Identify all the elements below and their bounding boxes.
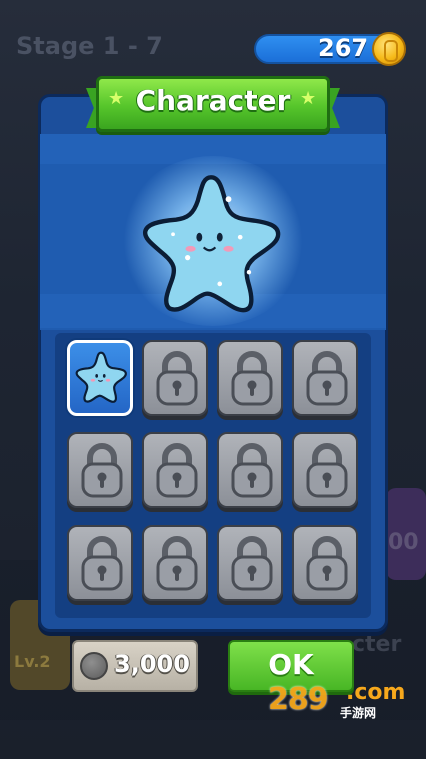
character-slot-locked[interactable] bbox=[67, 432, 133, 508]
dialog-title: Character bbox=[135, 84, 291, 117]
silver-coin-icon bbox=[80, 652, 108, 680]
character-slot-locked[interactable] bbox=[67, 525, 133, 601]
blue-star-character bbox=[143, 175, 281, 313]
character-slot-selected[interactable] bbox=[67, 340, 133, 416]
character-slot-locked[interactable] bbox=[217, 340, 283, 416]
character-slot-locked[interactable] bbox=[292, 525, 358, 601]
unlock-price: 3,000 bbox=[114, 650, 190, 678]
ok-button-label: OK bbox=[268, 648, 314, 681]
background-card-text: cter bbox=[352, 632, 402, 657]
background-level-label: Lv.2 bbox=[14, 652, 51, 671]
character-slot-locked[interactable] bbox=[217, 525, 283, 601]
coin-count: 267 bbox=[318, 34, 369, 62]
background-card-number: 00 bbox=[388, 530, 419, 555]
character-slot-locked[interactable] bbox=[142, 525, 208, 601]
character-slot-locked[interactable] bbox=[292, 340, 358, 416]
gold-coin-icon bbox=[372, 32, 406, 66]
character-slot-locked[interactable] bbox=[142, 432, 208, 508]
watermark-logo: 289 bbox=[268, 682, 329, 717]
watermark-subtitle: 手游网 bbox=[340, 706, 377, 720]
character-slot-locked[interactable] bbox=[142, 340, 208, 416]
character-slot-locked[interactable] bbox=[292, 432, 358, 508]
stage-label: Stage 1 - 7 bbox=[16, 32, 163, 60]
watermark-suffix: .com bbox=[346, 680, 406, 705]
character-slot-locked[interactable] bbox=[217, 432, 283, 508]
